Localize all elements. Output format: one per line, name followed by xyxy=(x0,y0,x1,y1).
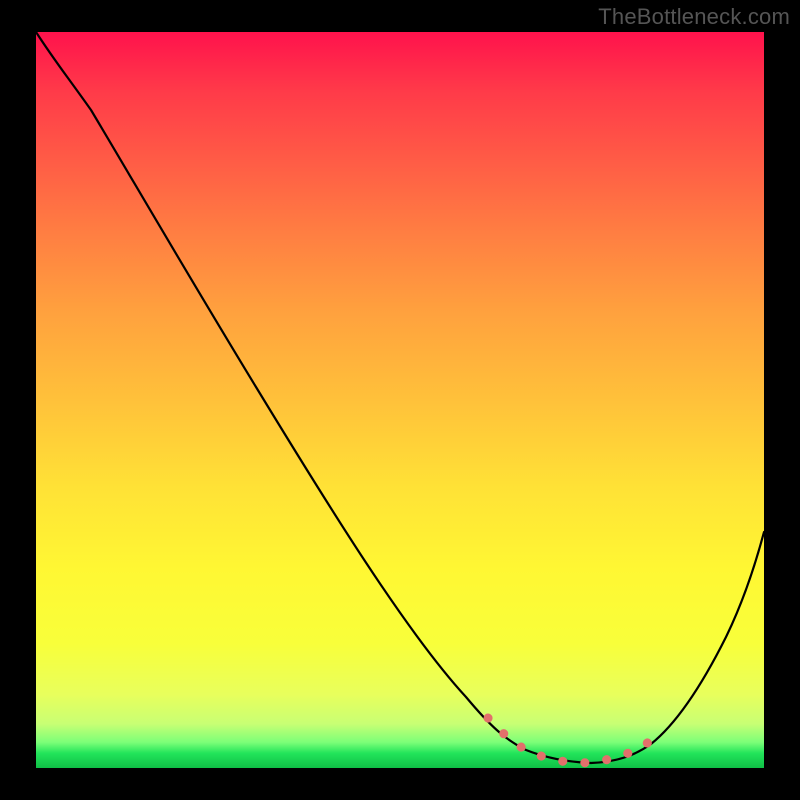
bottleneck-curve xyxy=(36,32,764,768)
watermark-text: TheBottleneck.com xyxy=(598,4,790,30)
plot-area xyxy=(36,32,764,768)
curve-highlight-dots xyxy=(488,718,662,763)
chart-frame: TheBottleneck.com xyxy=(0,0,800,800)
curve-path xyxy=(36,32,764,763)
